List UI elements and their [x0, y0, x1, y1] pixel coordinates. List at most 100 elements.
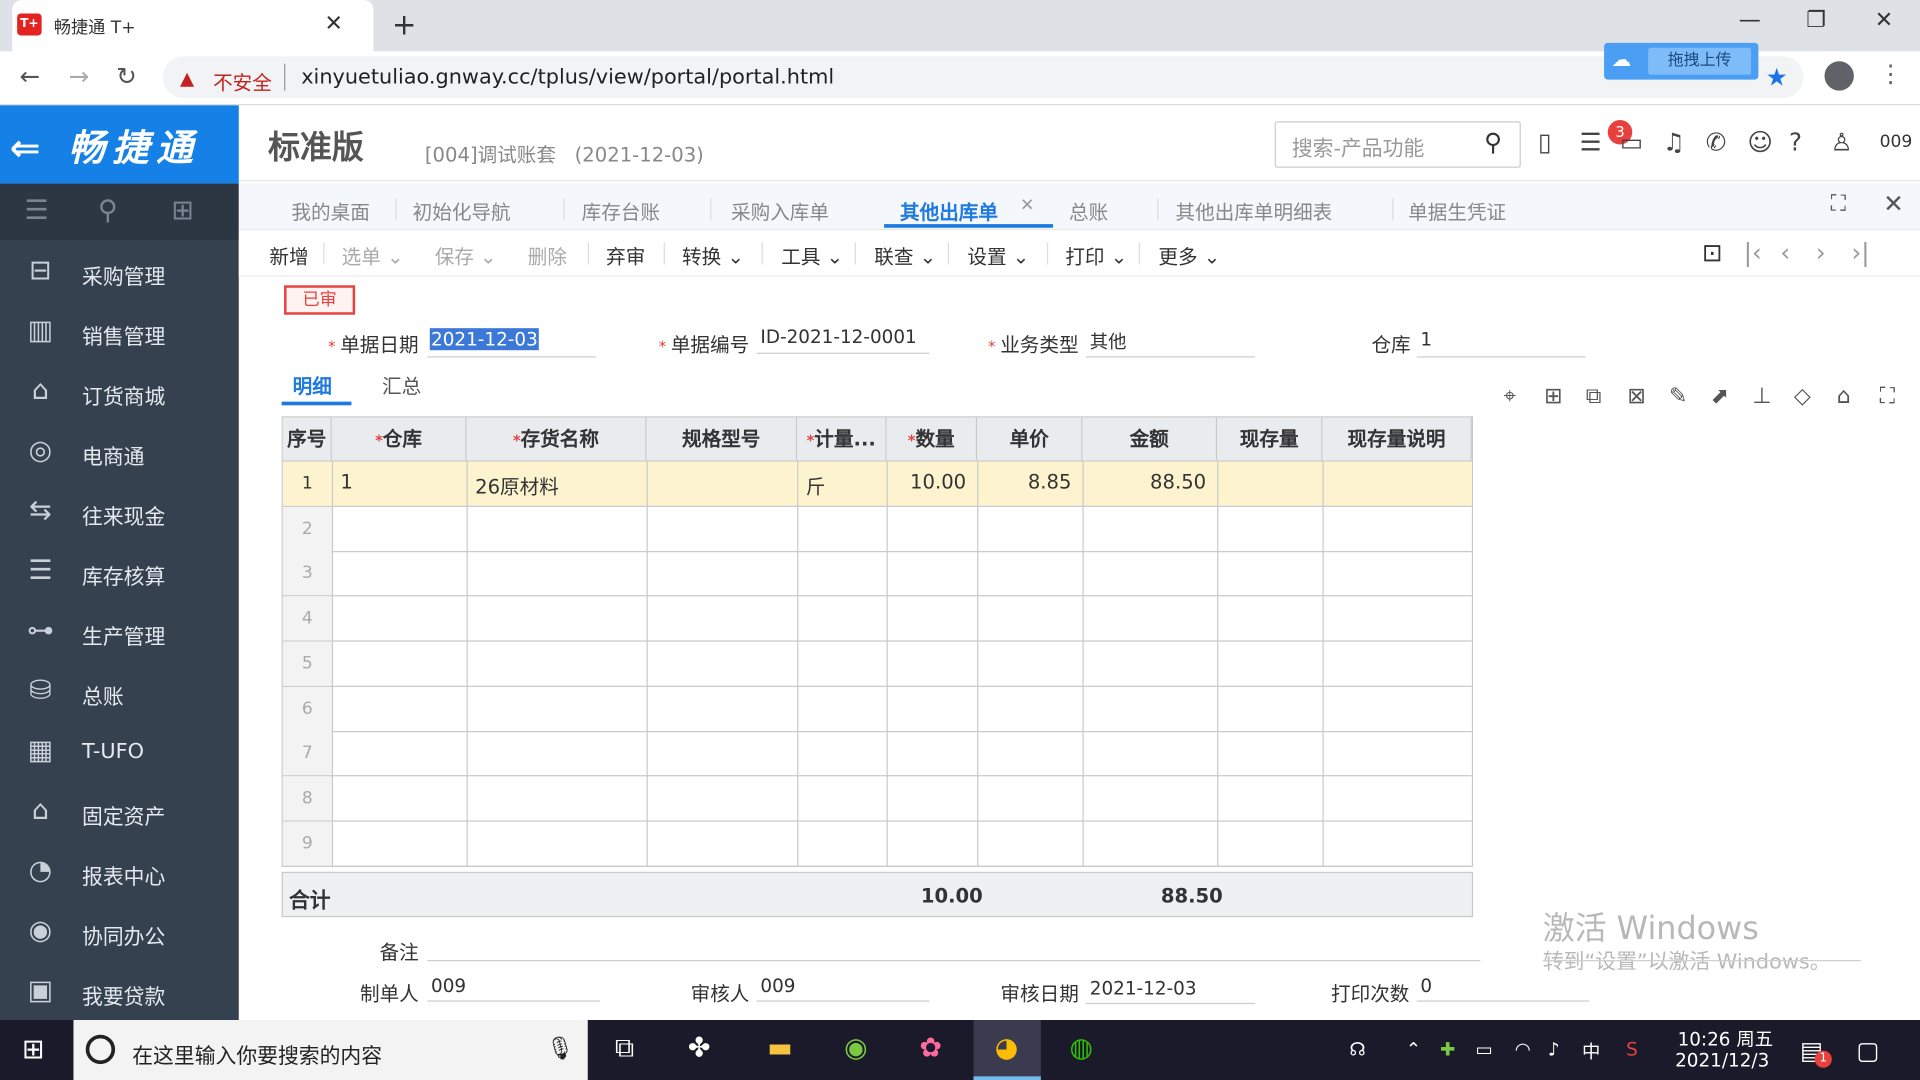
- clock-date[interactable]: 2021/12/3: [1675, 1049, 1769, 1071]
- task-view-icon[interactable]: ⧉: [606, 1031, 643, 1068]
- search-icon[interactable]: ⚲: [1484, 127, 1502, 156]
- code-field[interactable]: ID-2021-12-0001: [760, 326, 916, 348]
- back-icon[interactable]: ←: [20, 61, 41, 90]
- wifi-icon[interactable]: ◠: [1515, 1038, 1531, 1060]
- volume-icon[interactable]: ♪: [1548, 1038, 1560, 1060]
- new-tab-icon[interactable]: +: [392, 7, 417, 41]
- task-list-icon[interactable]: ☰: [1580, 127, 1602, 156]
- new-button[interactable]: 新增: [269, 240, 308, 269]
- tray-expand-icon[interactable]: ⌃: [1406, 1038, 1421, 1060]
- action-center-icon[interactable]: ▢: [1856, 1036, 1879, 1065]
- phone-icon[interactable]: ✆: [1706, 127, 1727, 156]
- column-header[interactable]: *仓库: [331, 417, 467, 462]
- tab-general-ledger[interactable]: 总账: [1069, 196, 1108, 225]
- last-record-icon[interactable]: ›|: [1851, 238, 1869, 267]
- settings-button[interactable]: 设置 ⌄: [967, 240, 1029, 269]
- select-button[interactable]: 选单 ⌄: [342, 240, 404, 269]
- warehouse-icon[interactable]: ⌂: [1837, 383, 1851, 409]
- upload-extension-label[interactable]: 拖拽上传: [1648, 47, 1752, 75]
- column-header[interactable]: *计量...: [797, 417, 887, 462]
- unaudit-button[interactable]: 弃审: [606, 240, 645, 269]
- save-button[interactable]: 保存 ⌄: [435, 240, 497, 269]
- sidebar-add-icon[interactable]: ⊞: [171, 196, 194, 227]
- tab-close-icon[interactable]: ✕: [324, 11, 342, 37]
- menu-list-icon[interactable]: ☰: [24, 196, 48, 227]
- first-record-icon[interactable]: |‹: [1744, 238, 1762, 267]
- bookmark-star-icon[interactable]: ★: [1766, 62, 1788, 91]
- people-icon[interactable]: ☊: [1349, 1038, 1365, 1060]
- message-icon[interactable]: ▭: [1620, 127, 1643, 156]
- expand-icon[interactable]: ⛶: [1880, 383, 1895, 409]
- column-header[interactable]: *存货名称: [466, 417, 647, 462]
- reload-icon[interactable]: ↻: [116, 61, 137, 90]
- date-field[interactable]: 2021-12-03: [429, 328, 540, 351]
- tray-app-icon[interactable]: ✚: [1440, 1038, 1455, 1060]
- profile-avatar-icon[interactable]: [1824, 61, 1854, 91]
- tab-desktop[interactable]: 我的桌面: [291, 196, 369, 225]
- ime-indicator[interactable]: 中: [1582, 1038, 1600, 1064]
- close-tabs-icon[interactable]: ✕: [1883, 189, 1904, 218]
- not-secure-label[interactable]: 不安全: [213, 66, 272, 95]
- restore-window-icon[interactable]: ❐: [1806, 7, 1826, 33]
- location-icon[interactable]: ⌖: [1504, 383, 1516, 409]
- browser-360-icon[interactable]: ◉: [838, 1031, 875, 1068]
- next-record-icon[interactable]: ›: [1816, 238, 1826, 267]
- minimize-icon[interactable]: —: [1739, 7, 1761, 33]
- fullscreen-icon[interactable]: ⛶: [1831, 191, 1846, 217]
- menu-collapse-icon[interactable]: ⇐: [10, 127, 48, 170]
- column-header[interactable]: 规格型号: [646, 417, 798, 462]
- subtab-summary[interactable]: 汇总: [382, 370, 421, 399]
- add-row-icon[interactable]: ⊞: [1544, 383, 1562, 409]
- bell-icon[interactable]: ♫: [1663, 127, 1685, 156]
- chart-icon[interactable]: ⬈: [1711, 383, 1729, 409]
- microphone-icon[interactable]: 🎙: [546, 1036, 574, 1062]
- cell-amount[interactable]: 88.50: [1091, 470, 1206, 493]
- remark-field[interactable]: [427, 960, 1481, 962]
- cell-price[interactable]: 8.85: [986, 470, 1072, 493]
- url-text[interactable]: xinyuetuliao.gnway.cc/tplus/view/portal/…: [301, 65, 834, 89]
- tab-outbound-detail[interactable]: 其他出库单明细表: [1176, 196, 1333, 225]
- linkquery-button[interactable]: 联查 ⌄: [874, 240, 936, 269]
- paint-app-icon[interactable]: ✿: [912, 1031, 949, 1068]
- column-header[interactable]: 单价: [977, 417, 1083, 462]
- tab-purchase-receipt[interactable]: 采购入库单: [731, 196, 829, 225]
- close-window-icon[interactable]: ✕: [1875, 7, 1893, 33]
- batch-icon[interactable]: ⊠: [1627, 383, 1645, 409]
- tab-stock-ledger[interactable]: 库存台账: [582, 196, 660, 225]
- service-icon[interactable]: ☺: [1747, 127, 1773, 156]
- file-explorer-icon[interactable]: ▬: [762, 1031, 799, 1068]
- edit-icon[interactable]: ✎: [1669, 383, 1687, 409]
- column-header[interactable]: 序号: [282, 417, 332, 462]
- cell-qty[interactable]: 10.00: [895, 470, 966, 493]
- calculator-icon[interactable]: ▯: [1538, 127, 1551, 156]
- browser-menu-icon[interactable]: ⋮: [1878, 59, 1902, 88]
- tab-voucher[interactable]: 单据生凭证: [1408, 196, 1506, 225]
- eraser-icon[interactable]: ◇: [1794, 383, 1811, 409]
- tab-init-guide[interactable]: 初始化导航: [413, 196, 511, 225]
- column-header[interactable]: 现存量: [1217, 417, 1323, 462]
- convert-button[interactable]: 转换 ⌄: [682, 240, 744, 269]
- column-header[interactable]: 现存量说明: [1322, 417, 1472, 462]
- print-button[interactable]: 打印 ⌄: [1065, 240, 1127, 269]
- column-header[interactable]: 金额: [1082, 417, 1218, 462]
- battery-icon[interactable]: ▭: [1476, 1038, 1493, 1060]
- biztype-field[interactable]: 其他: [1090, 328, 1127, 354]
- subtab-detail[interactable]: 明细: [293, 370, 332, 399]
- current-user[interactable]: 009: [1880, 132, 1913, 152]
- clock-time[interactable]: 10:26 周五: [1678, 1026, 1774, 1052]
- forward-icon[interactable]: →: [69, 61, 90, 90]
- user-icon[interactable]: ♙: [1831, 127, 1853, 156]
- windows-start-icon[interactable]: ⊞: [22, 1035, 45, 1066]
- cell-warehouse[interactable]: 1: [340, 470, 455, 493]
- column-header[interactable]: *数量: [886, 417, 978, 462]
- sogou-ime-icon[interactable]: S: [1626, 1038, 1638, 1060]
- tab-close-icon[interactable]: ✕: [1020, 196, 1034, 216]
- prev-record-icon[interactable]: ‹: [1780, 238, 1790, 267]
- more-button[interactable]: 更多 ⌄: [1158, 240, 1220, 269]
- warehouse-field[interactable]: 1: [1420, 328, 1432, 350]
- fan-app-icon[interactable]: ✤: [681, 1031, 718, 1068]
- tools-button[interactable]: 工具 ⌄: [781, 240, 843, 269]
- cell-name[interactable]: 26原材料: [475, 470, 635, 499]
- help-icon[interactable]: ?: [1789, 127, 1802, 156]
- wechat-icon[interactable]: ◍: [1063, 1031, 1100, 1068]
